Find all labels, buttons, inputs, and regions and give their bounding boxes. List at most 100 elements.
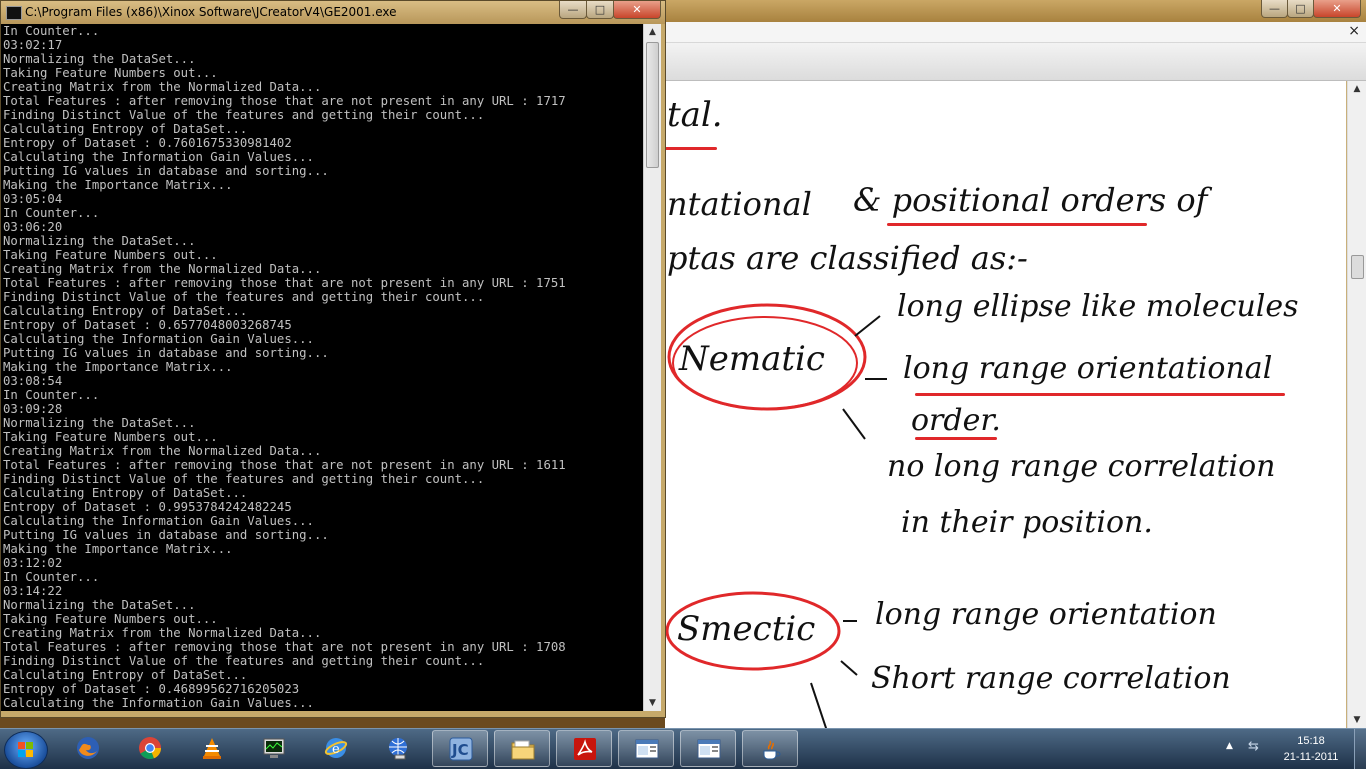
document-scrollbar-thumb[interactable] [1351, 255, 1364, 279]
system-clock[interactable]: 15:18 21-11-2011 [1276, 733, 1346, 765]
console-line: Finding Distinct Value of the features a… [3, 108, 485, 122]
console-minimize-button[interactable]: — [559, 1, 587, 19]
nematic-point-4: in their position. [901, 505, 1153, 540]
console-line: Normalizing the DataSet... [3, 52, 196, 66]
taskbar-firefox[interactable] [60, 730, 116, 767]
console-line: Calculating Entropy of DataSet... [3, 668, 248, 682]
console-titlebar[interactable]: C:\Program Files (x86)\Xinox Software\JC… [1, 1, 665, 24]
console-line: Putting IG values in database and sortin… [3, 346, 329, 360]
console-line: 03:08:54 [3, 374, 63, 388]
document-scrollbar[interactable]: ▲ ▼ [1347, 81, 1366, 728]
jcreator-icon: JC [449, 737, 473, 761]
taskbar-windows-explorer[interactable] [494, 730, 550, 767]
close-icon[interactable]: × [1348, 23, 1360, 39]
console-line: Putting IG values in database and sortin… [3, 528, 329, 542]
taskbar-pdf-reader[interactable] [556, 730, 612, 767]
document-viewer-window[interactable]: — □ ✕ × tal. ntational & positional orde… [665, 0, 1366, 728]
console-line: Making the Importance Matrix... [3, 360, 233, 374]
show-desktop-button[interactable] [1354, 729, 1366, 769]
taskbar-java[interactable] [742, 730, 798, 767]
console-scrollbar[interactable]: ▲ ▼ [643, 24, 661, 711]
explorer-icon [511, 740, 535, 760]
console-line: Creating Matrix from the Normalized Data… [3, 626, 322, 640]
nematic-point-2a: long range orientational [903, 351, 1273, 386]
nematic-point-3: no long range correlation [887, 449, 1276, 484]
console-line: Entropy of Dataset : 0.9953784242482245 [3, 500, 292, 514]
console-line: Creating Matrix from the Normalized Data… [3, 80, 322, 94]
console-line: In Counter... [3, 388, 100, 402]
console-line: Calculating Entropy of DataSet... [3, 122, 248, 136]
console-window[interactable]: C:\Program Files (x86)\Xinox Software\JC… [0, 0, 666, 718]
console-icon [6, 6, 22, 20]
nematic-label: Nematic [679, 339, 825, 379]
console-line: Taking Feature Numbers out... [3, 430, 218, 444]
doc-minimize-button[interactable]: — [1261, 0, 1288, 18]
console-line: 03:06:20 [3, 220, 63, 234]
clock-date: 21-11-2011 [1283, 751, 1339, 763]
red-underline [915, 393, 1285, 396]
network-icon [389, 738, 407, 760]
taskbar-task-manager[interactable] [246, 730, 302, 767]
console-line: Normalizing the DataSet... [3, 416, 196, 430]
network-status-icon[interactable]: ⇆ [1248, 739, 1259, 754]
console-line: Taking Feature Numbers out... [3, 248, 218, 262]
chrome-icon [139, 737, 162, 760]
console-line: Calculating the Information Gain Values.… [3, 150, 314, 164]
red-underline [887, 223, 1147, 226]
console-line: Putting IG values in database and sortin… [3, 164, 329, 178]
console-line: Finding Distinct Value of the features a… [3, 654, 485, 668]
nematic-point-1: long ellipse like molecules [897, 289, 1299, 324]
show-hidden-icons-icon[interactable]: ▲ [1226, 741, 1233, 751]
taskbar-vlc[interactable] [184, 730, 240, 767]
window-app-icon [635, 739, 659, 759]
console-line: Calculating the Information Gain Values.… [3, 332, 314, 346]
console-line: In Counter... [3, 570, 100, 584]
taskbar-window-app-2[interactable] [680, 730, 736, 767]
console-line: Entropy of Dataset : 0.7601675330981402 [3, 136, 292, 150]
console-line: Calculating Entropy of DataSet... [3, 304, 248, 318]
console-line: Making the Importance Matrix... [3, 178, 233, 192]
notes-line-3: ptas are classified as:- [667, 239, 1028, 277]
console-line: 03:14:22 [3, 584, 63, 598]
red-underline [915, 437, 997, 440]
clock-time: 15:18 [1297, 735, 1325, 747]
notes-line-1: tal. [667, 95, 723, 135]
svg-text:JC: JC [451, 741, 469, 759]
window-app-icon-2 [697, 739, 721, 759]
pdf-reader-icon [574, 738, 596, 760]
console-line: Creating Matrix from the Normalized Data… [3, 262, 322, 276]
document-titlebar: — □ ✕ [665, 0, 1366, 22]
scroll-up-arrow-icon[interactable]: ▲ [644, 24, 661, 40]
console-line: 03:05:04 [3, 192, 63, 206]
start-button[interactable] [4, 731, 48, 769]
scroll-down-arrow-icon[interactable]: ▼ [1348, 712, 1366, 728]
console-line: Finding Distinct Value of the features a… [3, 472, 485, 486]
taskbar-chrome[interactable] [122, 730, 178, 767]
taskbar-network[interactable] [370, 730, 426, 767]
console-line: 03:09:28 [3, 402, 63, 416]
doc-close-button[interactable]: ✕ [1313, 0, 1361, 18]
console-line: Total Features : after removing those th… [3, 94, 566, 108]
scroll-up-arrow-icon[interactable]: ▲ [1348, 81, 1366, 97]
scroll-down-arrow-icon[interactable]: ▼ [644, 695, 661, 711]
firefox-icon [77, 737, 99, 759]
vlc-icon [203, 738, 221, 759]
nematic-point-2b: order. [911, 403, 1001, 438]
console-output[interactable]: In Counter... 03:02:17 Normalizing the Dat… [1, 24, 643, 711]
console-line: Total Features : after removing those th… [3, 276, 566, 290]
console-scrollbar-thumb[interactable] [646, 42, 659, 168]
console-line: In Counter... [3, 206, 100, 220]
console-line: 03:12:02 [3, 556, 63, 570]
doc-maximize-button[interactable]: □ [1287, 0, 1314, 18]
console-close-button[interactable]: ✕ [613, 1, 661, 19]
console-line: 03:02:17 [3, 38, 63, 52]
console-maximize-button[interactable]: □ [586, 1, 614, 19]
console-line: Entropy of Dataset : 0.46899562716205023 [3, 682, 300, 696]
taskbar-jcreator[interactable]: JC [432, 730, 488, 767]
task-manager-icon [263, 738, 285, 758]
taskbar-internet-explorer[interactable]: e [308, 730, 364, 767]
console-line: Normalizing the DataSet... [3, 598, 196, 612]
console-line: Entropy of Dataset : 0.6577048003268745 [3, 318, 292, 332]
console-line: Taking Feature Numbers out... [3, 66, 218, 80]
taskbar-window-app[interactable] [618, 730, 674, 767]
